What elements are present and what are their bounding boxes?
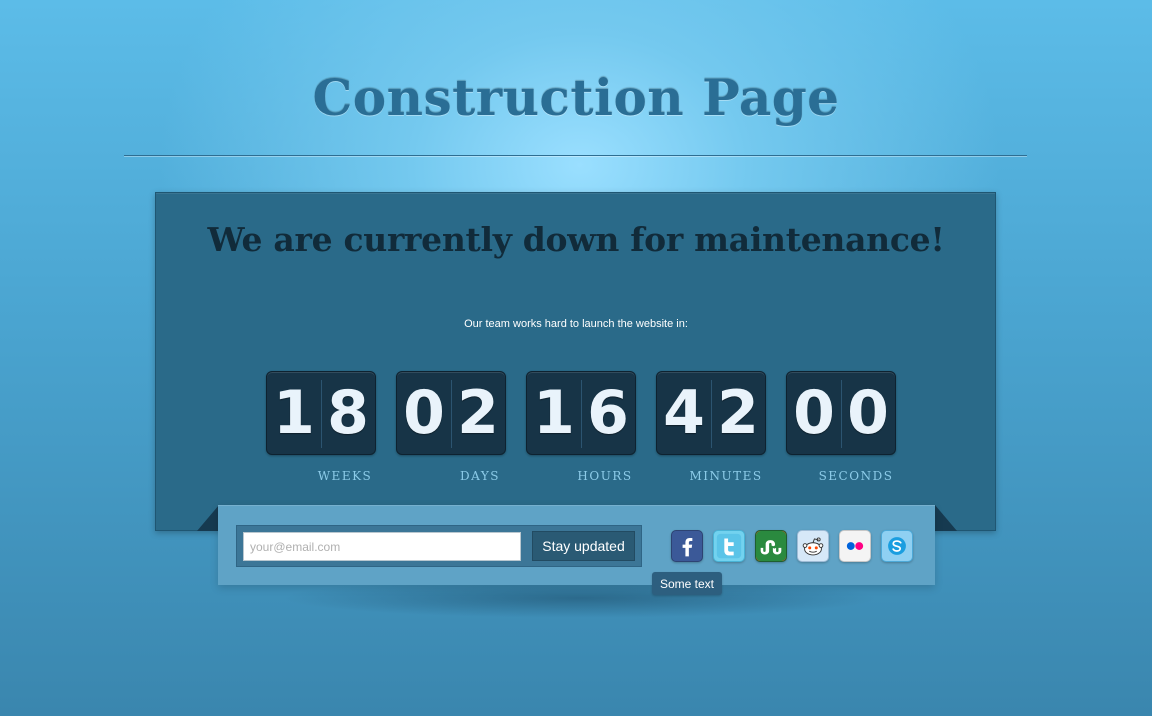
minutes-counter: 4 2	[656, 371, 766, 455]
skype-icon[interactable]	[881, 530, 913, 562]
counter-split	[711, 380, 712, 448]
email-input[interactable]	[243, 532, 521, 561]
days-label: DAYS	[460, 469, 500, 483]
seconds-digit-2: 0	[847, 378, 889, 448]
counter-split	[841, 380, 842, 448]
title-divider	[124, 155, 1027, 157]
days-digit-2: 2	[457, 378, 499, 448]
counter-split	[321, 380, 322, 448]
minutes-digit-2: 2	[717, 378, 759, 448]
hours-digit-2: 6	[587, 378, 629, 448]
weeks-label: WEEKS	[317, 469, 373, 483]
stay-updated-button[interactable]: Stay updated	[532, 531, 635, 561]
flickr-icon[interactable]	[839, 530, 871, 562]
weeks-digit-2: 8	[327, 378, 369, 448]
launch-subtext: Our team works hard to launch the websit…	[464, 318, 688, 330]
counter-split	[581, 380, 582, 448]
seconds-label: SECONDS	[818, 469, 894, 483]
page-title: Construction Page	[312, 68, 840, 127]
ribbon-fold-right	[935, 505, 957, 531]
hours-digit-1: 1	[533, 378, 575, 448]
reddit-icon[interactable]	[797, 530, 829, 562]
maintenance-headline: We are currently down for maintenance!	[207, 220, 945, 259]
minutes-label: MINUTES	[689, 469, 763, 483]
seconds-counter: 0 0	[786, 371, 896, 455]
facebook-icon[interactable]	[671, 530, 703, 562]
days-counter: 0 2	[396, 371, 506, 455]
minutes-digit-1: 4	[663, 378, 705, 448]
hours-label: HOURS	[577, 469, 633, 483]
weeks-digit-1: 1	[273, 378, 315, 448]
social-tooltip: Some text	[652, 572, 722, 595]
days-digit-1: 0	[403, 378, 445, 448]
seconds-digit-1: 0	[793, 378, 835, 448]
ribbon-fold-left	[197, 505, 219, 531]
weeks-counter: 1 8	[266, 371, 376, 455]
counter-split	[451, 380, 452, 448]
hours-counter: 1 6	[526, 371, 636, 455]
twitter-icon[interactable]	[713, 530, 745, 562]
stumbleupon-icon[interactable]	[755, 530, 787, 562]
